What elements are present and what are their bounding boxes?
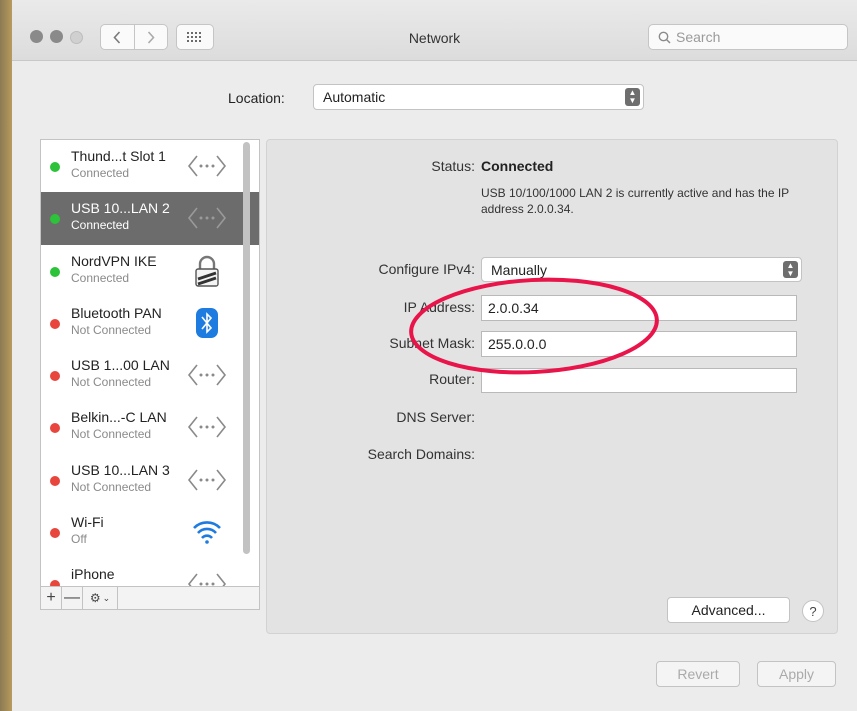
- annotation-circle: [409, 277, 659, 375]
- network-preferences-window: Network Search Location: Automatic ▲ ▼ Th…: [12, 0, 857, 711]
